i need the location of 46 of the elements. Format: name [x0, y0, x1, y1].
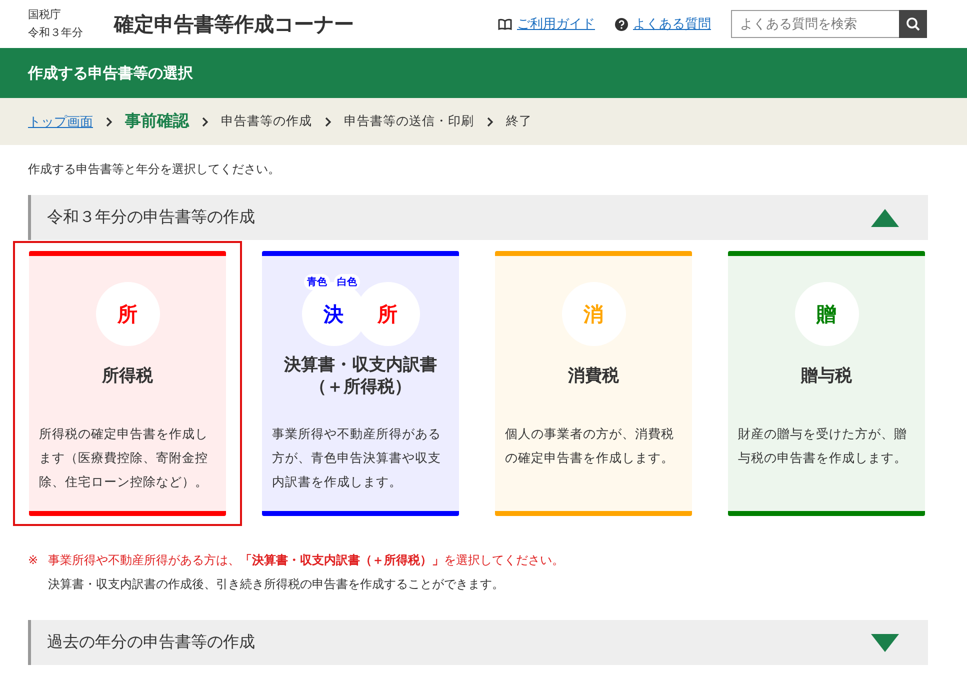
collapse-triangle-icon[interactable] [870, 208, 900, 228]
card-title: 贈与税 [801, 365, 852, 387]
form-type-tag: 白色 [334, 274, 360, 290]
search-field[interactable]: よくある質問を検索 [731, 10, 899, 38]
card-description: 個人の事業者の方が、消費税の確定申告書を作成します。 [504, 425, 675, 467]
tax-symbol: 所 [96, 282, 160, 346]
chevron-icon [105, 116, 113, 126]
card-title: 消費税 [568, 365, 619, 387]
card-title: 所得税 [102, 365, 153, 387]
breadcrumb-step: 事前確認 [125, 111, 189, 132]
breadcrumb-step: 終了 [506, 113, 532, 130]
agency-name: 国税庁 [28, 7, 62, 23]
book-icon [498, 18, 512, 30]
banner-title: 作成する申告書等の選択 [28, 64, 193, 82]
header-link[interactable]: ご利用ガイド [517, 15, 595, 33]
section-header[interactable]: 過去の年分の申告書等の作成 [28, 620, 928, 665]
card-description: 事業所得や不動産所得がある方が、青色申告決算書や収支内訳書を作成します。 [271, 425, 442, 491]
note-text: 事業所得や不動産所得がある方は、「決算書・収支内訳書（＋所得税）」を選択してください。 [48, 552, 564, 569]
tax-symbol: 消 [562, 282, 626, 346]
card-description: 財産の贈与を受けた方が、贈与税の申告書を作成します。 [737, 425, 908, 467]
chevron-icon [324, 116, 332, 126]
breadcrumb-link[interactable]: トップ画面 [28, 112, 93, 130]
intro-text: 作成する申告書等と年分を選択してください。 [28, 161, 281, 178]
help-icon [615, 18, 628, 30]
expand-triangle-icon[interactable] [870, 632, 900, 652]
search-button[interactable] [899, 10, 927, 38]
tax-year: 令和３年分 [28, 25, 84, 41]
section-title: 過去の年分の申告書等の作成 [47, 632, 255, 653]
breadcrumb-step: 申告書等の送信・印刷 [344, 113, 474, 130]
section-header[interactable]: 令和３年分の申告書等の作成 [28, 195, 928, 240]
card-description: 所得税の確定申告書を作成します（医療費控除、寄附金控除、住宅ローン控除など）。 [38, 425, 209, 491]
section-title: 令和３年分の申告書等の作成 [47, 207, 255, 228]
note-mark: ※ [28, 552, 38, 569]
chevron-icon [201, 116, 209, 126]
header-link[interactable]: よくある質問 [633, 15, 711, 33]
note-subtext: 決算書・収支内訳書の作成後、引き続き所得税の申告書を作成することができます。 [48, 576, 505, 593]
tax-form-card[interactable]: 消 消費税 個人の事業者の方が、消費税の確定申告書を作成します。 [495, 251, 692, 516]
card-title: （＋所得税） [310, 376, 412, 398]
chevron-icon [486, 116, 494, 126]
site-title: 確定申告書等作成コーナー [114, 10, 355, 38]
search-icon [906, 17, 920, 31]
tax-symbol: 贈 [794, 282, 858, 346]
breadcrumb-step: 申告書等の作成 [221, 113, 312, 130]
tax-form-card[interactable]: 所 所得税 所得税の確定申告書を作成します（医療費控除、寄附金控除、住宅ローン控除など）。 [29, 251, 226, 516]
card-title: 決算書・収支内訳書 [284, 354, 437, 376]
tax-form-card[interactable]: 贈 贈与税 財産の贈与を受けた方が、贈与税の申告書を作成します。 [728, 251, 925, 516]
